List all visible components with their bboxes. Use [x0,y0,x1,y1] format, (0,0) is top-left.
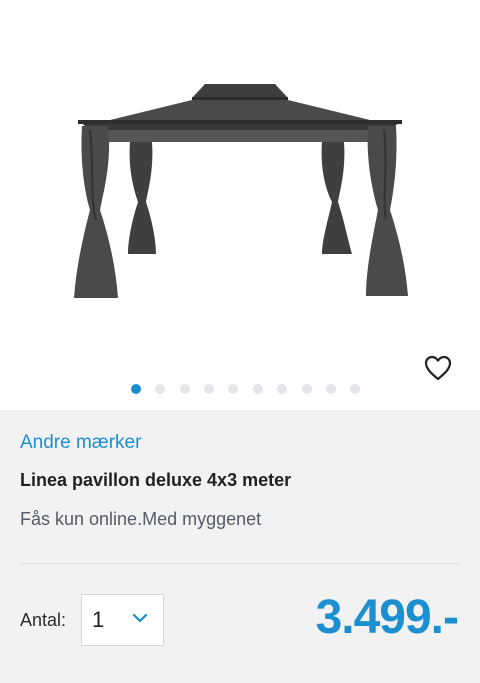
pagination-dot-5[interactable] [228,384,238,394]
product-price: 3.499.- [315,591,459,644]
quantity-label: Antal: [20,610,67,630]
pagination-dot-9[interactable] [326,384,336,394]
brand-link[interactable]: Andre mærker [20,432,141,454]
product-image [74,84,408,298]
pagination-dot-1[interactable] [131,384,141,394]
pagination-dot-6[interactable] [253,384,263,394]
pagination-dot-4[interactable] [204,384,214,394]
quantity-value: 1 [92,607,105,632]
favorite-heart-icon[interactable] [422,352,454,384]
product-image-gallery[interactable] [0,0,480,410]
gallery-pagination [0,384,480,396]
quantity-select[interactable]: 1 [81,594,164,646]
product-title: Linea pavillon deluxe 4x3 meter [20,470,292,490]
pagination-dot-10[interactable] [350,384,360,394]
divider [20,563,460,564]
pagination-dot-3[interactable] [180,384,190,394]
pagination-dot-2[interactable] [155,384,165,394]
chevron-down-icon [132,613,148,623]
pagination-dot-8[interactable] [302,384,312,394]
pagination-dot-7[interactable] [277,384,287,394]
product-subtitle: Fås kun online.Med myggenet [20,509,262,529]
